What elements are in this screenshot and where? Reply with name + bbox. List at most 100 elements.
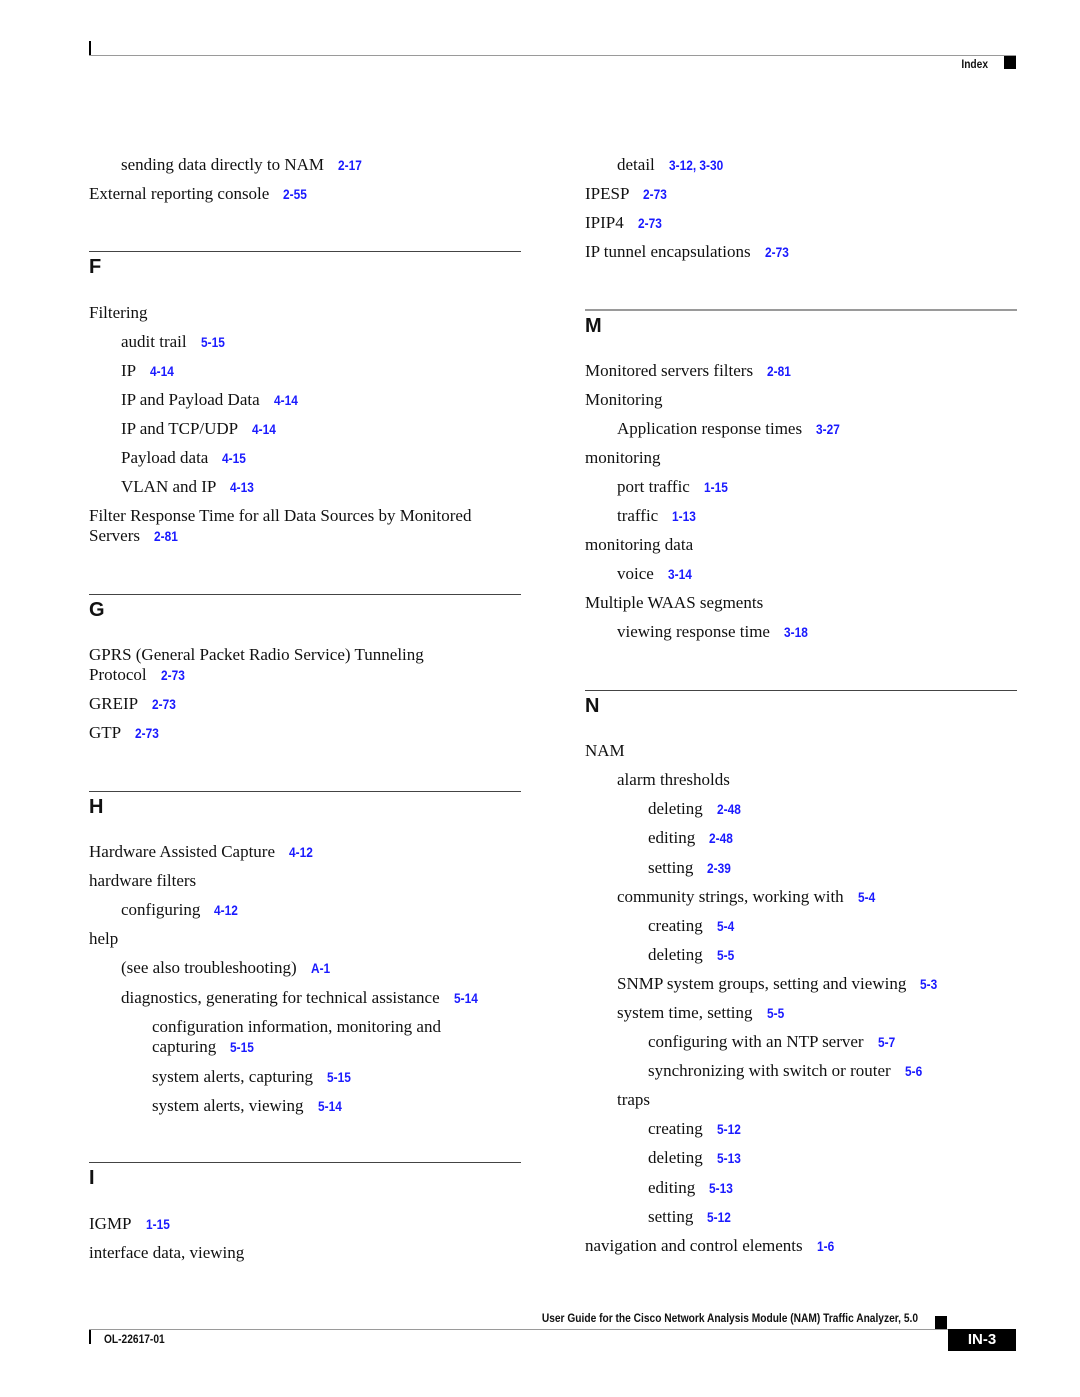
page-ref-link[interactable]: 5-5: [767, 1003, 784, 1023]
index-entry: sending data directly to NAM 2-17: [121, 155, 366, 175]
entry-text: NAM: [585, 741, 625, 760]
page-ref-link[interactable]: 5-7: [878, 1032, 895, 1052]
page-ref-link[interactable]: 4-14: [150, 361, 174, 381]
page-ref-link[interactable]: 5-12: [717, 1119, 741, 1139]
index-entry: diagnostics, generating for technical as…: [121, 988, 482, 1008]
entry-text: system alerts, viewing: [152, 1096, 304, 1115]
page-ref-link[interactable]: 5-4: [858, 887, 875, 907]
index-entry: IP and TCP/UDP 4-14: [121, 419, 280, 439]
section-divider: [585, 309, 1017, 311]
section-heading-i: I: [89, 1167, 95, 1189]
page-ref-link[interactable]: 1-15: [146, 1214, 170, 1234]
page-ref-link[interactable]: 4-14: [252, 419, 276, 439]
page-ref-link[interactable]: 3-27: [816, 419, 840, 439]
page-ref-link[interactable]: 2-73: [643, 184, 667, 204]
entry-text: configuration information, monitoring an…: [152, 1017, 441, 1056]
index-entry: setting 2-39: [648, 858, 735, 878]
index-entry: Monitored servers filters 2-81: [585, 361, 795, 381]
entry-text: GREIP: [89, 694, 139, 713]
index-entry: NAM: [585, 741, 625, 761]
page-ref-link[interactable]: 5-5: [717, 945, 734, 965]
index-entry: system time, setting 5-5: [617, 1003, 787, 1023]
entry-text: navigation and control elements: [585, 1236, 803, 1255]
entry-text: community strings, working with: [617, 887, 844, 906]
page-ref-link[interactable]: 5-15: [201, 332, 225, 352]
index-entry: synchronizing with switch or router 5-6: [648, 1061, 925, 1081]
entry-text: viewing response time: [617, 622, 770, 641]
entry-text: creating: [648, 1119, 703, 1138]
page-ref-link[interactable]: 2-55: [283, 184, 307, 204]
entry-text: editing: [648, 1178, 696, 1197]
entry-text: setting: [648, 858, 694, 877]
page-ref-link[interactable]: 4-14: [274, 390, 298, 410]
page-ref-link[interactable]: 1-6: [817, 1236, 834, 1256]
section-heading-h: H: [89, 796, 104, 818]
page-ref-link[interactable]: 4-12: [214, 900, 238, 920]
page-ref-link[interactable]: 2-73: [161, 665, 185, 685]
section-divider: [89, 594, 521, 595]
page-ref-link[interactable]: 5-15: [230, 1037, 254, 1057]
entry-text: diagnostics, generating for technical as…: [121, 988, 440, 1007]
entry-text: IPIP4: [585, 213, 624, 232]
index-entry: Application response times 3-27: [617, 419, 844, 439]
header-section-label: Index: [961, 57, 988, 71]
header-crop-mark: [89, 41, 91, 56]
page-ref-link[interactable]: 5-15: [327, 1067, 351, 1087]
entry-text: IGMP: [89, 1214, 132, 1233]
page-ref-link[interactable]: 4-12: [289, 842, 313, 862]
page-ref-link[interactable]: 3-18: [784, 622, 808, 642]
index-entry: IP and Payload Data 4-14: [121, 390, 302, 410]
index-entry: SNMP system groups, setting and viewing 5…: [617, 974, 941, 994]
page-ref-link[interactable]: 2-73: [152, 694, 176, 714]
page-ref-link[interactable]: 2-73: [765, 242, 789, 262]
page-ref-link[interactable]: 3-14: [668, 564, 692, 584]
page-ref-link[interactable]: 5-12: [707, 1207, 731, 1227]
page-ref-link[interactable]: 1-15: [704, 477, 728, 497]
page-ref-link[interactable]: 2-73: [135, 723, 159, 743]
entry-text: Multiple WAAS segments: [585, 593, 764, 612]
page-ref-link[interactable]: 4-15: [222, 448, 246, 468]
entry-text: IP tunnel encapsulations: [585, 242, 751, 261]
page-ref-link[interactable]: 5-14: [318, 1096, 342, 1116]
page-ref-link[interactable]: 2-81: [767, 361, 791, 381]
index-entry: creating 5-12: [648, 1119, 745, 1139]
page-ref-link[interactable]: 5-3: [920, 974, 937, 994]
page-ref-link[interactable]: 2-48: [717, 799, 741, 819]
entry-text: alarm thresholds: [617, 770, 730, 789]
entry-text: External reporting console: [89, 184, 270, 203]
entry-text: system time, setting: [617, 1003, 753, 1022]
page-ref-link[interactable]: 4-13: [230, 477, 254, 497]
page-ref-link[interactable]: 2-48: [709, 828, 733, 848]
page-ref-link[interactable]: 5-14: [454, 988, 478, 1008]
entry-text: deleting: [648, 1148, 703, 1167]
page-ref-link[interactable]: A-1: [311, 958, 330, 978]
entry-text: synchronizing with switch or router: [648, 1061, 891, 1080]
page-ref-link[interactable]: 1-13: [672, 506, 696, 526]
index-entry: configuration information, monitoring an…: [152, 1017, 492, 1057]
entry-text: Monitored servers filters: [585, 361, 754, 380]
page-ref-link[interactable]: 2-39: [707, 858, 731, 878]
page-ref-link[interactable]: 2-73: [638, 213, 662, 233]
page-ref-link[interactable]: 2-17: [338, 155, 362, 175]
page-ref-link[interactable]: 5-6: [905, 1061, 922, 1081]
index-entry: GREIP 2-73: [89, 694, 180, 714]
index-entry: GPRS (General Packet Radio Service) Tunn…: [89, 645, 479, 685]
index-entry: IPESP 2-73: [585, 184, 671, 204]
entry-text: deleting: [648, 799, 703, 818]
entry-text: Payload data: [121, 448, 209, 467]
page-ref-link[interactable]: 2-81: [154, 526, 178, 546]
page-ref-link[interactable]: 5-13: [717, 1148, 741, 1168]
index-entry: External reporting console 2-55: [89, 184, 311, 204]
section-divider: [585, 690, 1017, 691]
entry-text: configuring with an NTP server: [648, 1032, 864, 1051]
index-entry: configuring with an NTP server 5-7: [648, 1032, 898, 1052]
section-heading-g: G: [89, 599, 105, 621]
entry-text: deleting: [648, 945, 703, 964]
index-entry: community strings, working with 5-4: [617, 887, 878, 907]
page-ref-link[interactable]: 3-12, 3-30: [669, 155, 723, 175]
page-ref-link[interactable]: 5-4: [717, 916, 734, 936]
footer-page-number: IN-3: [948, 1329, 1016, 1351]
page-ref-link[interactable]: 5-13: [709, 1178, 733, 1198]
entry-text: traps: [617, 1090, 651, 1109]
index-entry: GTP 2-73: [89, 723, 163, 743]
